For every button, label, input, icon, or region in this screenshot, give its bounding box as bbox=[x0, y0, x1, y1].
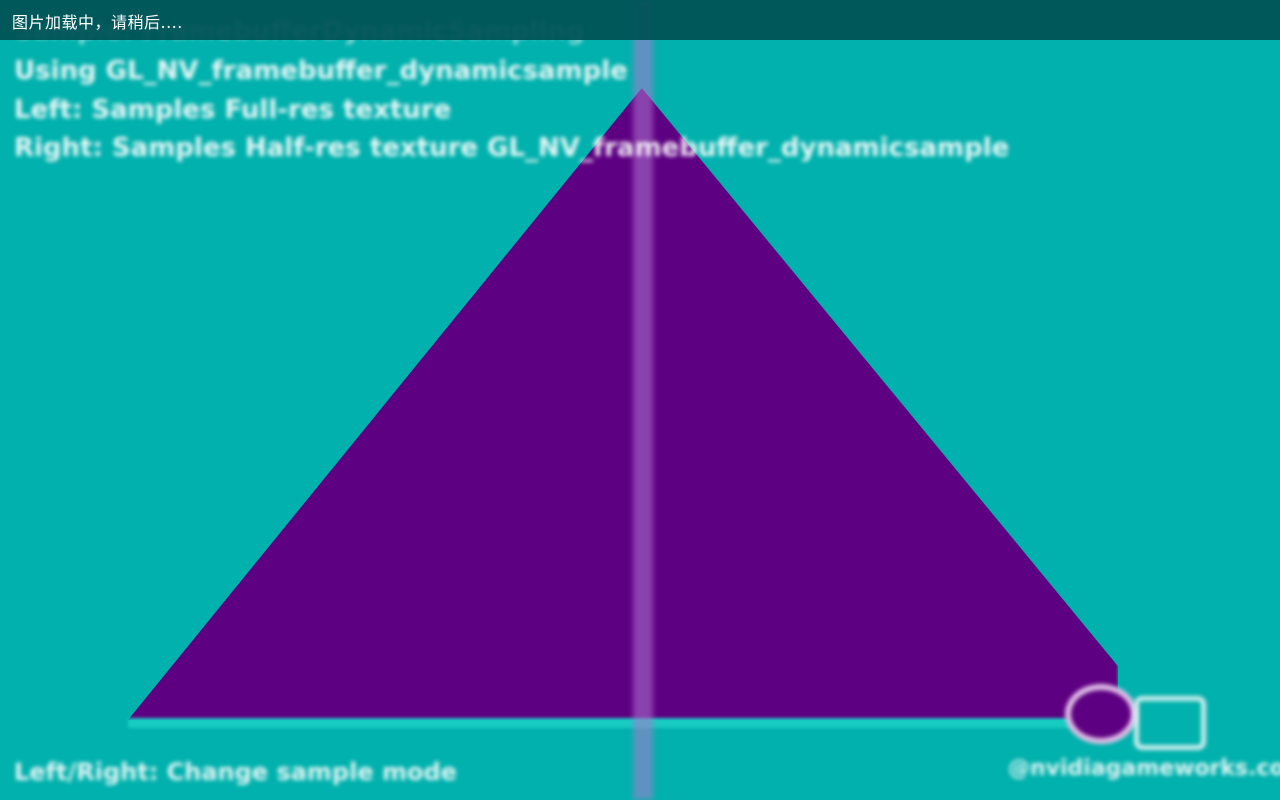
view-mode-icon[interactable] bbox=[1134, 696, 1206, 750]
split-screen-divider bbox=[633, 0, 653, 800]
loading-banner: 图片加载中，请稍后.... bbox=[0, 0, 1280, 40]
info-line-right-mode: Right: Samples Half-res texture GL_NV_fr… bbox=[14, 133, 1010, 163]
info-line-extension: Using GL_NV_framebuffer_dynamicsample bbox=[14, 56, 628, 86]
info-line-left-mode: Left: Samples Full-res texture bbox=[14, 95, 452, 125]
loading-text: 图片加载中，请稍后.... bbox=[12, 13, 183, 32]
rendered-triangle bbox=[128, 88, 1118, 720]
camera-toggle-icon[interactable] bbox=[1065, 684, 1137, 744]
